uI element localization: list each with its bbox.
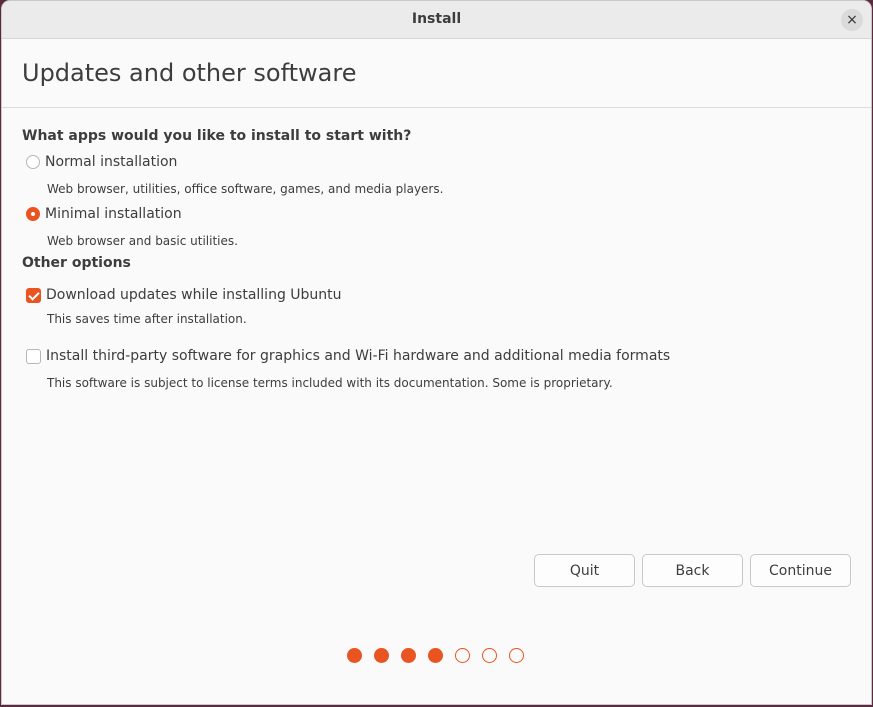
progress-dot: [347, 648, 362, 663]
back-button[interactable]: Back: [642, 554, 743, 587]
normal-installation-description: Web browser, utilities, office software,…: [47, 182, 444, 196]
minimal-installation-label[interactable]: Minimal installation: [45, 206, 182, 222]
third-party-software-checkbox[interactable]: [26, 348, 41, 364]
close-icon: ×: [846, 12, 858, 28]
close-button[interactable]: ×: [841, 9, 863, 31]
installer-window: Install × Updates and other software Wha…: [1, 0, 872, 705]
page-title: Updates and other software: [22, 59, 357, 87]
progress-dot: [509, 648, 524, 663]
progress-dots: [347, 648, 524, 663]
window-title: Install: [411, 11, 462, 27]
minimal-installation-option[interactable]: Minimal installation: [26, 206, 182, 222]
title-bar: Install ×: [2, 1, 871, 39]
progress-dot: [374, 648, 389, 663]
third-party-software-option[interactable]: Install third-party software for graphic…: [26, 348, 670, 364]
third-party-software-description: This software is subject to license term…: [47, 376, 613, 390]
apps-question: What apps would you like to install to s…: [22, 128, 412, 144]
normal-installation-option[interactable]: Normal installation: [26, 154, 177, 170]
progress-dot: [401, 648, 416, 663]
download-updates-label[interactable]: Download updates while installing Ubuntu: [46, 287, 342, 303]
quit-button[interactable]: Quit: [534, 554, 635, 587]
download-updates-description: This saves time after installation.: [47, 312, 247, 326]
progress-dot: [455, 648, 470, 663]
third-party-software-label[interactable]: Install third-party software for graphic…: [46, 348, 670, 364]
progress-dot: [482, 648, 497, 663]
continue-button[interactable]: Continue: [750, 554, 851, 587]
progress-dot: [428, 648, 443, 663]
minimal-installation-radio[interactable]: [26, 207, 40, 221]
page-header: Updates and other software: [2, 39, 871, 108]
download-updates-option[interactable]: Download updates while installing Ubuntu: [26, 287, 342, 303]
normal-installation-radio[interactable]: [26, 155, 40, 169]
normal-installation-label[interactable]: Normal installation: [45, 154, 177, 170]
minimal-installation-description: Web browser and basic utilities.: [47, 234, 238, 248]
download-updates-checkbox[interactable]: [26, 287, 41, 303]
other-options-heading: Other options: [22, 255, 131, 271]
